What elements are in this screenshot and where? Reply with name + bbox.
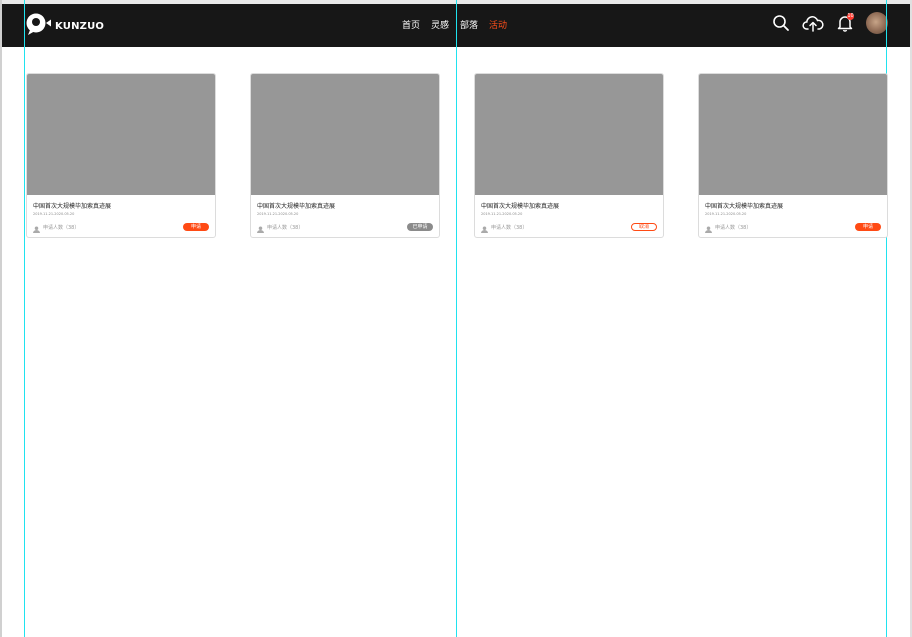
card-image-placeholder: [475, 74, 663, 195]
card-footer: 申请人数（38） 取消: [481, 223, 657, 233]
card-date: 2019.11.21-2020.05.20: [481, 212, 523, 216]
brand-logo[interactable]: KUNZUO: [26, 12, 105, 40]
main-nav: 首页 灵感 部落 活动: [402, 18, 507, 31]
header-actions: 10: [770, 12, 888, 34]
user-icon: [33, 218, 40, 237]
card-title: 中国首次大规模毕加索真迹展: [481, 203, 560, 210]
nav-inspiration[interactable]: 灵感: [431, 18, 449, 31]
apply-count: 申请人数（38）: [491, 225, 528, 231]
nav-home[interactable]: 首页: [402, 18, 420, 31]
brand-name: KUNZUO: [55, 20, 105, 32]
logo-camera-icon: [26, 12, 52, 40]
card-image-placeholder: [699, 74, 887, 195]
nav-tribe[interactable]: 部落: [460, 18, 478, 31]
nav-activity[interactable]: 活动: [489, 18, 507, 31]
apply-count: 申请人数（38）: [715, 225, 752, 231]
search-icon[interactable]: [770, 12, 792, 34]
card-footer: 申请人数（38） 已申请: [257, 223, 433, 233]
apply-button[interactable]: 申请: [855, 223, 881, 231]
card-date: 2019.11.21-2020.05.20: [33, 212, 75, 216]
user-icon: [481, 218, 488, 237]
upload-cloud-icon[interactable]: [802, 12, 824, 34]
card-date: 2019.11.21-2020.05.20: [257, 212, 299, 216]
apply-count: 申请人数（38）: [267, 225, 304, 231]
user-icon: [705, 218, 712, 237]
card-title: 中国首次大规模毕加索真迹展: [705, 203, 784, 210]
notification-badge: 10: [847, 13, 854, 20]
activity-card[interactable]: 中国首次大规模毕加索真迹展 2019.11.21-2020.05.20 申请人数…: [698, 73, 888, 238]
user-icon: [257, 218, 264, 237]
card-date: 2019.11.21-2020.05.20: [705, 212, 747, 216]
bell-icon[interactable]: 10: [834, 12, 856, 34]
card-image-placeholder: [251, 74, 439, 195]
applied-button[interactable]: 已申请: [407, 223, 433, 231]
window-left-edge: [0, 0, 2, 637]
card-footer: 申请人数（38） 申请: [705, 223, 881, 233]
user-avatar[interactable]: [866, 12, 888, 34]
card-image-placeholder: [27, 74, 215, 195]
cancel-button[interactable]: 取消: [631, 223, 657, 231]
layout-guide-left: [24, 0, 25, 637]
activity-card[interactable]: 中国首次大规模毕加索真迹展 2019.11.21-2020.05.20 申请人数…: [250, 73, 440, 238]
card-title: 中国首次大规模毕加索真迹展: [257, 203, 336, 210]
card-footer: 申请人数（38） 申请: [33, 223, 209, 233]
layout-guide-center: [456, 0, 457, 637]
activity-card[interactable]: 中国首次大规模毕加索真迹展 2019.11.21-2020.05.20 申请人数…: [26, 73, 216, 238]
apply-button[interactable]: 申请: [183, 223, 209, 231]
card-title: 中国首次大规模毕加索真迹展: [33, 203, 112, 210]
apply-count: 申请人数（38）: [43, 225, 80, 231]
activity-card[interactable]: 中国首次大规模毕加索真迹展 2019.11.21-2020.05.20 申请人数…: [474, 73, 664, 238]
